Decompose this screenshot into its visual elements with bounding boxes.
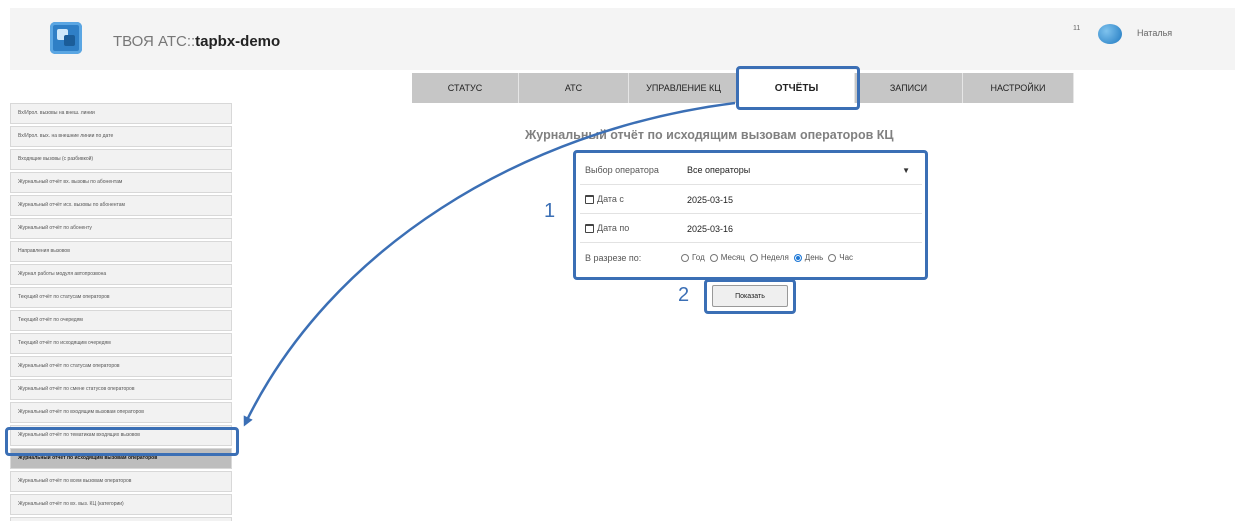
arrow-path: [243, 101, 736, 427]
annotation-arrow: [243, 101, 736, 427]
